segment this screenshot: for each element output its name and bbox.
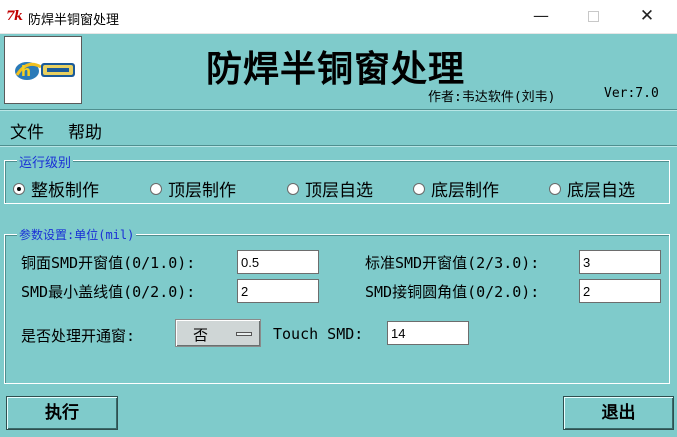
run-level-legend: 运行级别 <box>17 152 74 171</box>
radio-label: 底层自选 <box>567 181 635 201</box>
radio-top-custom[interactable]: 顶层自选 <box>287 176 373 201</box>
menu-help[interactable]: 帮助 <box>68 118 102 143</box>
run-button[interactable]: 执行 <box>6 396 118 430</box>
maximize-button[interactable] <box>570 0 616 34</box>
copper-smd-window-label: 铜面SMD开窗值(0/1.0): <box>21 254 196 272</box>
svg-text:h: h <box>21 64 31 80</box>
open-window-label: 是否处理开通窗: <box>21 327 136 345</box>
copper-smd-window-field[interactable] <box>237 250 319 274</box>
app-heading: 防焊半铜窗处理 <box>206 48 466 90</box>
maximize-icon <box>587 11 599 22</box>
smd-copper-radius-field[interactable] <box>579 279 661 303</box>
touch-smd-field[interactable] <box>387 321 469 345</box>
version-text: Ver:7.0 <box>604 86 659 101</box>
run-level-group: 运行级别 整板制作 顶层制作 顶层自选 底层制作 底层自选 <box>4 152 670 204</box>
menu-divider <box>0 145 677 147</box>
menu-bar: 文件 帮助 <box>0 114 677 144</box>
radio-label: 顶层制作 <box>168 181 236 201</box>
params-group: 参数设置:单位(mil) 铜面SMD开窗值(0/1.0): 标准SMD开窗值(2… <box>4 226 670 384</box>
app-icon: 7k <box>6 9 23 24</box>
radio-label: 整板制作 <box>31 181 99 201</box>
smd-min-cover-label: SMD最小盖线值(0/2.0): <box>21 283 196 301</box>
std-smd-window-field[interactable] <box>579 250 661 274</box>
app-client-area: h 防焊半铜窗处理 作者:韦达软件(刘韦) Ver:7.0 文件 帮助 运行级别… <box>0 34 677 437</box>
close-button[interactable]: ✕ <box>624 0 670 34</box>
window-title-bar: 7k 防焊半铜窗处理 — ✕ <box>0 0 677 34</box>
radio-unselected-icon <box>549 183 561 195</box>
radio-selected-icon <box>13 183 25 195</box>
logo: h <box>4 36 82 104</box>
radio-bottom-layer[interactable]: 底层制作 <box>413 176 499 201</box>
radio-unselected-icon <box>287 183 299 195</box>
radio-label: 顶层自选 <box>305 181 373 201</box>
dropdown-value: 否 <box>193 326 209 344</box>
touch-smd-label: Touch SMD: <box>273 325 364 343</box>
radio-whole-board[interactable]: 整板制作 <box>13 176 99 201</box>
smd-min-cover-field[interactable] <box>237 279 319 303</box>
header-divider <box>0 109 677 111</box>
minimize-button[interactable]: — <box>518 0 564 34</box>
radio-unselected-icon <box>150 183 162 195</box>
radio-top-layer[interactable]: 顶层制作 <box>150 176 236 201</box>
open-window-dropdown[interactable]: 否 <box>175 319 261 347</box>
hdsoft-logo-icon: h <box>15 62 75 80</box>
radio-unselected-icon <box>413 183 425 195</box>
menu-file[interactable]: 文件 <box>10 118 44 143</box>
exit-button[interactable]: 退出 <box>563 396 674 430</box>
author-text: 作者:韦达软件(刘韦) <box>428 90 556 105</box>
std-smd-window-label: 标准SMD开窗值(2/3.0): <box>365 254 540 272</box>
window-title: 防焊半铜窗处理 <box>28 13 120 28</box>
radio-bottom-custom[interactable]: 底层自选 <box>549 176 635 201</box>
radio-label: 底层制作 <box>431 181 499 201</box>
dropdown-indicator-icon <box>236 332 252 336</box>
smd-copper-radius-label: SMD接铜圆角值(0/2.0): <box>365 283 540 301</box>
params-legend: 参数设置:单位(mil) <box>17 226 137 243</box>
